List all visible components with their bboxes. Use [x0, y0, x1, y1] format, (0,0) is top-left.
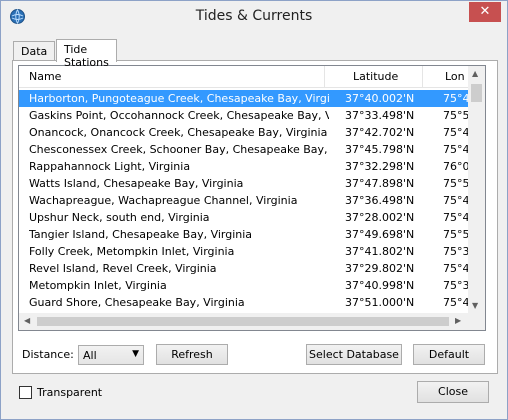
- table-row[interactable]: Watts Island, Chesapeake Bay, Virginia 37…: [19, 175, 470, 192]
- station-name-cell: Folly Creek, Metompkin Inlet, Virginia: [29, 245, 235, 258]
- station-name-cell: Guard Shore, Chesapeake Bay, Virginia: [29, 296, 245, 309]
- latitude-cell: 37°47.898'N: [345, 177, 415, 190]
- column-header-latitude[interactable]: Latitude: [325, 66, 423, 88]
- station-name-cell: Rappahannock Light, Virginia: [29, 160, 191, 173]
- latitude-cell: 37°45.798'N: [345, 143, 415, 156]
- refresh-button[interactable]: Refresh: [156, 344, 228, 365]
- vertical-scroll-thumb[interactable]: [471, 84, 482, 102]
- latitude-cell: 37°41.802'N: [345, 245, 415, 258]
- stations-table: Name Latitude Lon Harborton, Pungoteague…: [18, 65, 486, 331]
- main-window: Tides & Currents ✕ Data Tide Stations Na…: [0, 0, 508, 420]
- table-row[interactable]: Folly Creek, Metompkin Inlet, Virginia 37…: [19, 243, 470, 260]
- table-row[interactable]: Metompkin Inlet, Virginia 37°40.998'N 75°3: [19, 277, 470, 294]
- latitude-cell: 37°49.698'N: [345, 228, 415, 241]
- transparent-label[interactable]: Transparent: [37, 386, 102, 399]
- latitude-cell: 37°40.002'N: [345, 92, 415, 105]
- horizontal-scrollbar[interactable]: ◀ ▶: [19, 313, 485, 330]
- table-row[interactable]: Upshur Neck, south end, Virginia 37°28.00…: [19, 209, 470, 226]
- table-body: Harborton, Pungoteague Creek, Chesapeake…: [19, 90, 470, 311]
- station-name-cell: Onancock, Onancock Creek, Chesapeake Bay…: [29, 126, 328, 139]
- table-row[interactable]: Chesconessex Creek, Schooner Bay, Chesap…: [19, 141, 470, 158]
- scroll-left-icon[interactable]: ◀: [24, 316, 30, 325]
- select-database-button[interactable]: Select Database: [306, 344, 402, 365]
- distance-select-value: All: [83, 349, 97, 362]
- chevron-down-icon: ▼: [132, 349, 139, 359]
- station-name-cell: Harborton, Pungoteague Creek, Chesapeake…: [29, 92, 329, 105]
- distance-label: Distance:: [22, 348, 74, 361]
- transparent-checkbox[interactable]: [19, 386, 32, 399]
- window-close-button[interactable]: ✕: [469, 2, 501, 22]
- station-name-cell: Tangier Island, Chesapeake Bay, Virginia: [29, 228, 253, 241]
- column-header-longitude[interactable]: Lon: [423, 66, 469, 88]
- latitude-cell: 37°28.002'N: [345, 211, 415, 224]
- tab-data[interactable]: Data: [13, 41, 56, 61]
- station-name-cell: Revel Island, Revel Creek, Virginia: [29, 262, 217, 275]
- latitude-cell: 37°33.498'N: [345, 109, 415, 122]
- latitude-cell: 37°42.702'N: [345, 126, 415, 139]
- table-row[interactable]: Rappahannock Light, Virginia 37°32.298'N 7…: [19, 158, 470, 175]
- tab-tide-stations[interactable]: Tide Stations: [56, 39, 117, 69]
- vertical-scrollbar[interactable]: ▲ ▼: [468, 66, 485, 313]
- station-name-cell: Watts Island, Chesapeake Bay, Virginia: [29, 177, 244, 190]
- table-row[interactable]: Wachapreague, Wachapreague Channel, Virg…: [19, 192, 470, 209]
- column-header-name[interactable]: Name: [19, 66, 325, 88]
- latitude-cell: 37°29.802'N: [345, 262, 415, 275]
- close-button[interactable]: Close: [417, 381, 489, 403]
- station-name-cell: Upshur Neck, south end, Virginia: [29, 211, 210, 224]
- station-name-cell: Gaskins Point, Occohannock Creek, Chesap…: [29, 109, 329, 122]
- station-name-cell: Metompkin Inlet, Virginia: [29, 279, 167, 292]
- scroll-down-icon[interactable]: ▼: [472, 301, 478, 310]
- station-name-cell: Wachapreague, Wachapreague Channel, Virg…: [29, 194, 298, 207]
- table-row[interactable]: Revel Island, Revel Creek, Virginia 37°29…: [19, 260, 470, 277]
- title-bar: Tides & Currents ✕: [1, 1, 507, 33]
- table-row[interactable]: Guard Shore, Chesapeake Bay, Virginia 37°…: [19, 294, 470, 311]
- table-row[interactable]: Gaskins Point, Occohannock Creek, Chesap…: [19, 107, 470, 124]
- latitude-cell: 37°51.000'N: [345, 296, 415, 309]
- table-row[interactable]: Tangier Island, Chesapeake Bay, Virginia…: [19, 226, 470, 243]
- table-header: Name Latitude Lon: [19, 66, 485, 88]
- horizontal-scroll-thumb[interactable]: [37, 317, 449, 326]
- latitude-cell: 37°36.498'N: [345, 194, 415, 207]
- default-button[interactable]: Default: [413, 344, 485, 365]
- latitude-cell: 37°40.998'N: [345, 279, 415, 292]
- scroll-right-icon[interactable]: ▶: [455, 316, 461, 325]
- table-row[interactable]: Harborton, Pungoteague Creek, Chesapeake…: [19, 90, 470, 107]
- window-title: Tides & Currents: [195, 8, 313, 24]
- distance-select[interactable]: All ▼: [78, 345, 144, 365]
- station-name-cell: Chesconessex Creek, Schooner Bay, Chesap…: [29, 143, 329, 156]
- latitude-cell: 37°32.298'N: [345, 160, 415, 173]
- scroll-up-icon[interactable]: ▲: [472, 69, 478, 78]
- table-row[interactable]: Onancock, Onancock Creek, Chesapeake Bay…: [19, 124, 470, 141]
